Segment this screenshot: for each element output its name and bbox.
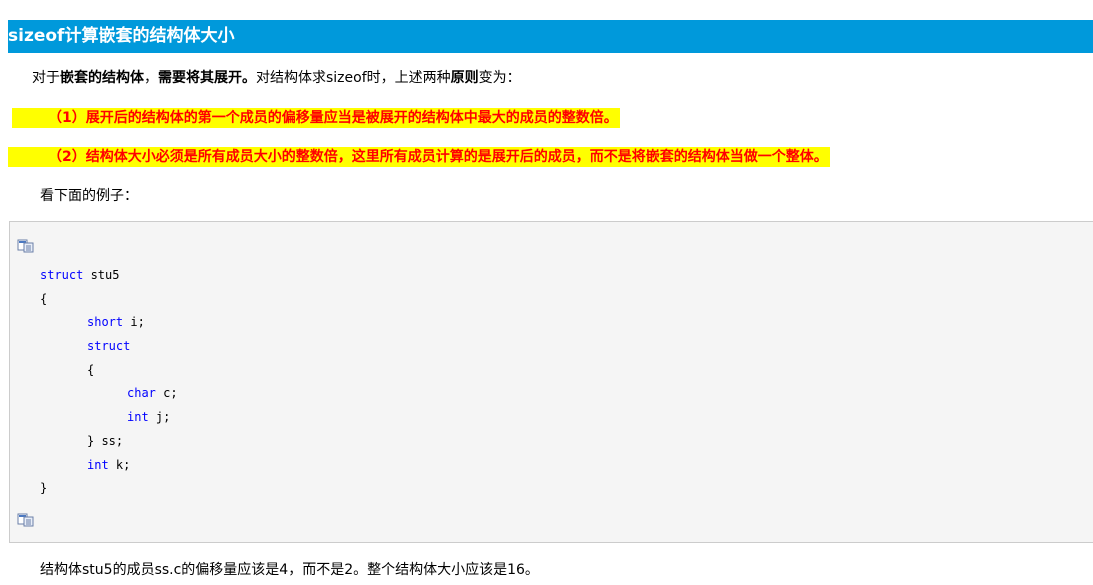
code-line-5: { — [87, 363, 95, 377]
code-line-6: char c; — [127, 385, 178, 401]
code-line-9: int k; — [87, 457, 130, 473]
rule-2-highlight: （2）结构体大小必须是所有成员大小的整数倍，这里所有成员计算的是展开后的成员，而… — [8, 147, 830, 167]
code-block: struct stu5 { short i; struct { char c; … — [9, 221, 1093, 543]
code-line-7: int j; — [127, 409, 170, 425]
rule-1-highlight: （1）展开后的结构体的第一个成员的偏移量应当是被展开的结构体中最大的成员的整数倍… — [12, 108, 620, 128]
code-keyword: short — [87, 315, 124, 329]
code-text: i; — [123, 315, 145, 329]
example-intro: 看下面的例子： — [40, 188, 138, 204]
intro-bold-3: 原则 — [450, 70, 479, 86]
code-line-3: short i; — [87, 314, 145, 330]
code-keyword: struct — [40, 268, 84, 282]
intro-bold-2: 需要将其展开。 — [158, 70, 256, 86]
code-line-2: { — [40, 292, 48, 306]
code-text: k; — [108, 458, 131, 472]
intro-text-1: 对于 — [32, 70, 60, 86]
code-keyword: char — [127, 386, 156, 400]
code-line-10: } — [40, 481, 48, 495]
intro-text-2: ， — [144, 70, 158, 86]
intro-text-4: 变为： — [478, 70, 521, 86]
code-line-1: struct stu5 — [40, 267, 119, 283]
code-keyword: int — [127, 410, 149, 424]
intro-text-3: 对结构体求sizeof时，上述两种 — [256, 70, 451, 86]
conclusion-paragraph: 结构体stu5的成员ss.c的偏移量应该是4，而不是2。整个结构体大小应该是16… — [40, 562, 539, 578]
section-heading: sizeof计算嵌套的结构体大小 — [8, 20, 1093, 53]
copy-code-icon[interactable] — [17, 238, 35, 253]
intro-paragraph: 对于嵌套的结构体，需要将其展开。对结构体求sizeof时，上述两种原则变为： — [32, 68, 521, 88]
code-line-8: } ss; — [87, 434, 124, 448]
code-text: j; — [148, 410, 171, 424]
code-keyword: int — [87, 458, 109, 472]
code-text: stu5 — [83, 268, 120, 282]
code-keyword: struct — [87, 339, 131, 353]
code-line-4: struct — [87, 338, 130, 354]
code-text: c; — [155, 386, 178, 400]
copy-code-icon[interactable] — [17, 512, 35, 527]
intro-bold-1: 嵌套的结构体 — [60, 70, 144, 86]
